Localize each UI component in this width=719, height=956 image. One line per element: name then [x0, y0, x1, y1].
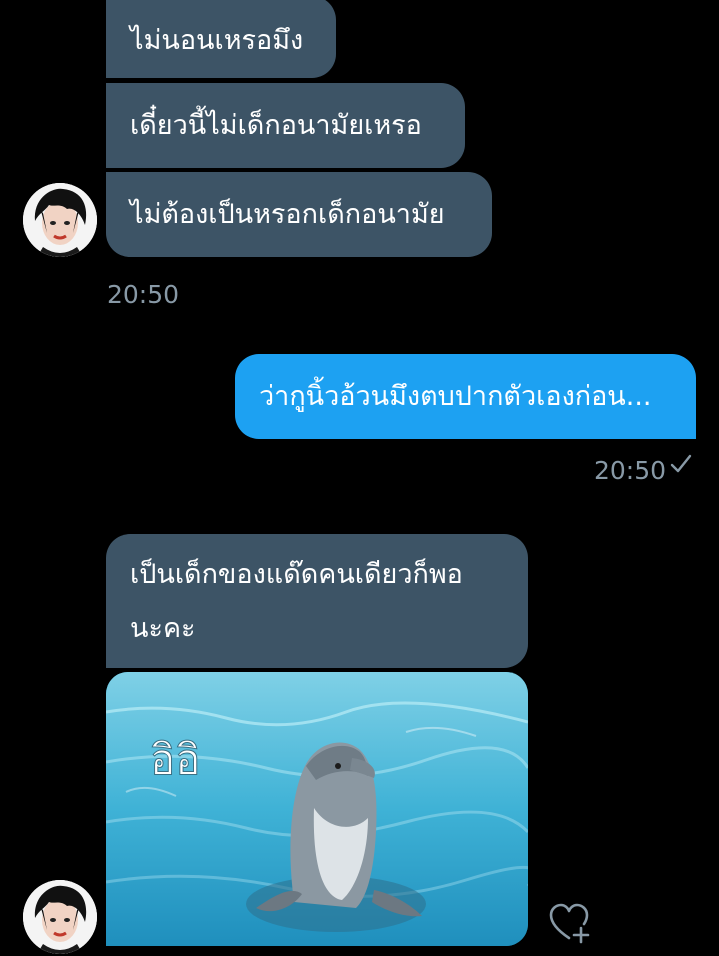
timestamp: 20:50: [594, 456, 667, 485]
timestamp: 20:50: [107, 280, 180, 309]
message-bubble-outgoing[interactable]: ว่ากูนิ้วอ้วนมึงตบปากตัวเองก่อน...: [235, 354, 696, 439]
message-bubble-incoming[interactable]: เดี๋ยวนี้ไม่เด็กอนามัยเหรอ: [106, 83, 465, 168]
heart-add-icon[interactable]: [547, 900, 593, 946]
image-caption: อิอิ: [150, 735, 200, 784]
message-bubble-incoming[interactable]: ไม่ต้องเป็นหรอกเด็กอนามัย: [106, 172, 492, 257]
dolphin-photo: อิอิ: [106, 672, 528, 946]
message-text-line: นะคะ: [130, 613, 196, 644]
avatar-icon: [23, 183, 97, 257]
image-message[interactable]: อิอิ: [106, 672, 528, 946]
check-icon: [669, 452, 693, 483]
avatar-icon: [23, 880, 97, 954]
message-text: เดี๋ยวนี้ไม่เด็กอนามัยเหรอ: [130, 110, 422, 141]
avatar[interactable]: [23, 880, 97, 954]
message-text-line: เป็นเด็กของแด๊ดคนเดียวก็พอ: [130, 559, 463, 590]
message-text: ว่ากูนิ้วอ้วนมึงตบปากตัวเองก่อน...: [259, 381, 652, 412]
message-text: ไม่นอนเหรอมึง: [130, 25, 304, 56]
message-bubble-incoming[interactable]: ไม่นอนเหรอมึง: [106, 0, 336, 78]
message-text: ไม่ต้องเป็นหรอกเด็กอนามัย: [130, 199, 445, 230]
avatar[interactable]: [23, 183, 97, 257]
message-bubble-incoming[interactable]: เป็นเด็กของแด๊ดคนเดียวก็พอ นะคะ: [106, 534, 528, 668]
